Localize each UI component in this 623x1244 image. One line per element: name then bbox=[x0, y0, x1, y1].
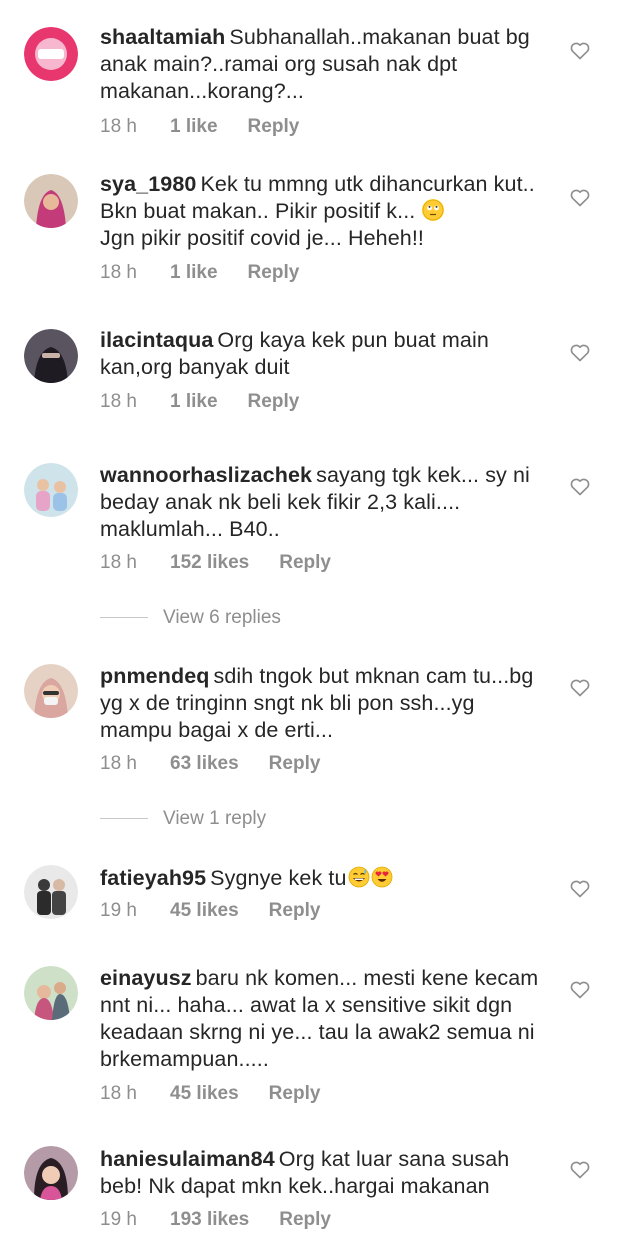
timestamp: 18 h bbox=[100, 1083, 137, 1104]
likes-count[interactable]: 1 like bbox=[170, 391, 218, 413]
heart-outline-icon[interactable] bbox=[570, 344, 590, 362]
comment-text-line2: Jgn pikir positif covid je... Heheh!! bbox=[100, 226, 424, 250]
heart-outline-icon[interactable] bbox=[570, 880, 590, 898]
avatar[interactable] bbox=[24, 27, 78, 81]
likes-count[interactable]: 45 likes bbox=[170, 900, 239, 922]
comment-meta: 18 h 1 like Reply bbox=[100, 262, 299, 284]
likes-count[interactable]: 193 likes bbox=[170, 1209, 249, 1231]
timestamp: 19 h bbox=[100, 900, 137, 921]
likes-count[interactable]: 63 likes bbox=[170, 753, 239, 775]
heart-eyes-emoji bbox=[371, 866, 393, 888]
face-rolling-eyes-emoji bbox=[422, 199, 445, 221]
heart-outline-icon[interactable] bbox=[570, 1161, 590, 1179]
likes-count[interactable]: 152 likes bbox=[170, 552, 249, 574]
username[interactable]: shaaltamiah bbox=[100, 25, 225, 49]
timestamp: 18 h bbox=[100, 116, 137, 137]
username[interactable]: ilacintaqua bbox=[100, 328, 213, 352]
divider-line bbox=[100, 818, 148, 820]
avatar[interactable] bbox=[24, 1146, 78, 1200]
comment-meta: 18 h 45 likes Reply bbox=[100, 1083, 320, 1105]
comment-meta: 18 h 1 like Reply bbox=[100, 116, 299, 138]
grinning-sweat-emoji bbox=[348, 866, 370, 888]
avatar[interactable] bbox=[24, 174, 78, 228]
avatar[interactable] bbox=[24, 329, 78, 383]
timestamp: 18 h bbox=[100, 262, 137, 283]
avatar[interactable] bbox=[24, 463, 78, 517]
reply-button[interactable]: Reply bbox=[248, 116, 300, 138]
comment-meta: 19 h 193 likes Reply bbox=[100, 1209, 331, 1231]
username[interactable]: einayusz bbox=[100, 966, 192, 990]
username[interactable]: fatieyah95 bbox=[100, 866, 206, 890]
comment-meta: 18 h 1 like Reply bbox=[100, 391, 299, 413]
likes-count[interactable]: 1 like bbox=[170, 262, 218, 284]
reply-button[interactable]: Reply bbox=[279, 552, 331, 574]
view-replies-button[interactable]: View 1 reply bbox=[100, 808, 266, 830]
divider-line bbox=[100, 617, 148, 619]
comment-meta: 18 h 152 likes Reply bbox=[100, 552, 331, 574]
username[interactable]: sya_1980 bbox=[100, 172, 196, 196]
view-replies-label: View 6 replies bbox=[163, 607, 281, 628]
heart-outline-icon[interactable] bbox=[570, 189, 590, 207]
avatar[interactable] bbox=[24, 865, 78, 919]
timestamp: 18 h bbox=[100, 753, 137, 774]
heart-outline-icon[interactable] bbox=[570, 42, 590, 60]
username[interactable]: pnmendeq bbox=[100, 664, 210, 688]
view-replies-label: View 1 reply bbox=[163, 808, 267, 829]
heart-outline-icon[interactable] bbox=[570, 981, 590, 999]
heart-outline-icon[interactable] bbox=[570, 679, 590, 697]
username[interactable]: wannoorhaslizachek bbox=[100, 463, 312, 487]
likes-count[interactable]: 1 like bbox=[170, 116, 218, 138]
timestamp: 18 h bbox=[100, 552, 137, 573]
reply-button[interactable]: Reply bbox=[279, 1209, 331, 1231]
username[interactable]: haniesulaiman84 bbox=[100, 1147, 275, 1171]
view-replies-button[interactable]: View 6 replies bbox=[100, 607, 281, 629]
likes-count[interactable]: 45 likes bbox=[170, 1083, 239, 1105]
heart-outline-icon[interactable] bbox=[570, 478, 590, 496]
reply-button[interactable]: Reply bbox=[248, 262, 300, 284]
comment-text: Sygnye kek tu bbox=[210, 866, 347, 890]
reply-button[interactable]: Reply bbox=[248, 391, 300, 413]
reply-button[interactable]: Reply bbox=[269, 1083, 321, 1105]
timestamp: 19 h bbox=[100, 1209, 137, 1230]
avatar[interactable] bbox=[24, 966, 78, 1020]
avatar[interactable] bbox=[24, 664, 78, 718]
reply-button[interactable]: Reply bbox=[269, 900, 321, 922]
comment-meta: 19 h 45 likes Reply bbox=[100, 900, 320, 922]
reply-button[interactable]: Reply bbox=[269, 753, 321, 775]
comment-meta: 18 h 63 likes Reply bbox=[100, 753, 320, 775]
timestamp: 18 h bbox=[100, 391, 137, 412]
